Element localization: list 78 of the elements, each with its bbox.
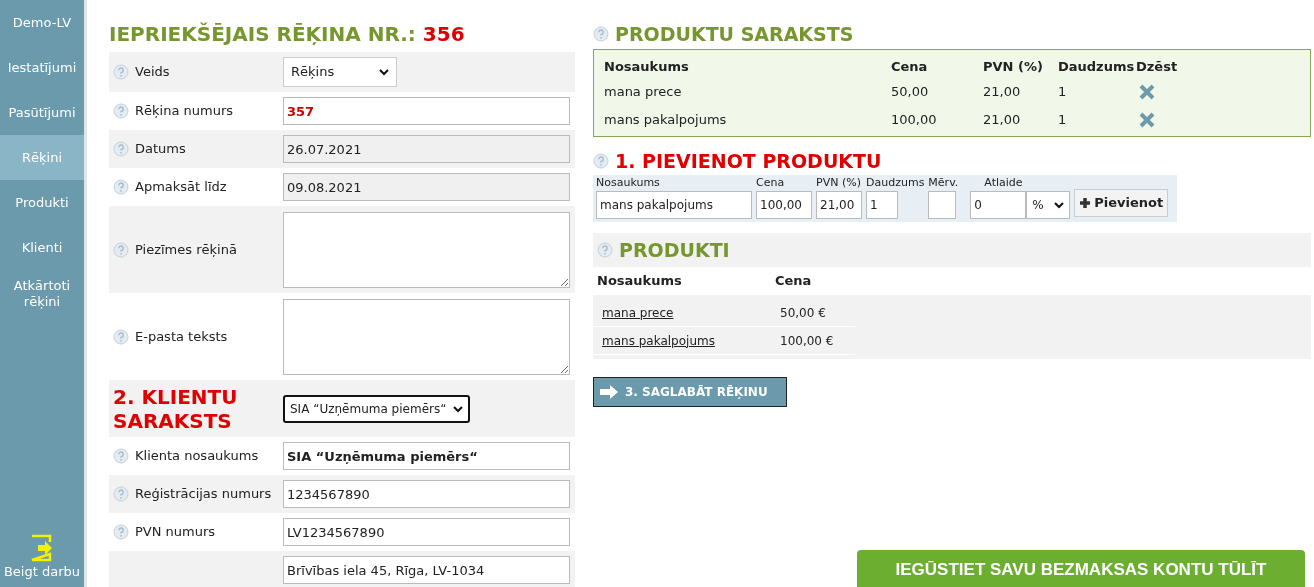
help-icon[interactable] (113, 179, 129, 195)
form-title: IEPRIEKŠĒJAIS RĒĶINA NR.: 356 (109, 21, 466, 48)
caret-icon (379, 67, 389, 77)
text-field[interactable]: 21,00 (816, 191, 862, 219)
text-area[interactable] (283, 298, 570, 375)
text-field[interactable]: 1234567890 (283, 480, 570, 508)
table-cell: 21,00 (983, 84, 1021, 100)
caret-icon (453, 403, 463, 414)
help-icon[interactable] (113, 241, 129, 258)
help-icon[interactable] (113, 141, 129, 157)
field-label: Klienta nosaukums (135, 447, 259, 466)
column-header: Nosaukums (597, 273, 682, 289)
field-label: E-pasta teksts (135, 327, 228, 346)
text-field[interactable]: 0 (970, 191, 1027, 219)
add-button[interactable]: Pievienot (1074, 189, 1169, 217)
text-field[interactable]: 1 (866, 191, 898, 219)
field-label: Apmaksāt līdz (135, 178, 227, 197)
text-field[interactable]: 09.08.2021 (283, 173, 570, 201)
field-label: PVN numurs (135, 523, 216, 542)
field-label: Piezīmes rēķinā (135, 240, 237, 259)
text-field[interactable]: 26.07.2021 (283, 135, 570, 163)
text-area[interactable] (283, 211, 570, 288)
text-field[interactable]: mans pakalpojums (596, 191, 752, 219)
column-header: Cena (891, 59, 928, 75)
table-cell: 1 (1058, 84, 1067, 100)
table-cell: 50,00 (891, 84, 929, 100)
table-cell: 50,00 € (780, 305, 826, 320)
type-select[interactable]: Rēķins (283, 57, 397, 87)
discount-unit-select[interactable]: % (1026, 191, 1071, 219)
table-cell: 100,00 (891, 112, 937, 128)
help-icon[interactable] (113, 524, 129, 540)
caret-icon (1054, 200, 1065, 210)
table-cell: mana prece (604, 84, 682, 100)
delete-icon[interactable] (1139, 84, 1155, 100)
table-cell: 21,00 (983, 112, 1021, 128)
help-icon[interactable] (113, 328, 129, 345)
field-label: Reģistrācijas numurs (135, 485, 272, 504)
text-field[interactable]: LV1234567890 (283, 518, 570, 546)
exit-icon (30, 533, 54, 562)
section-heading: 2. KLIENTU SARAKSTS (113, 384, 239, 433)
table-cell: 100,00 € (780, 333, 834, 348)
section-heading: PRODUKTI (619, 237, 730, 263)
column-header: Dzēst (1136, 59, 1178, 75)
client-select[interactable]: SIA “Uzņēmuma piemērs“ (283, 394, 470, 423)
text-field[interactable]: 357 (283, 97, 570, 125)
text-field[interactable]: Brīvības iela 45, Rīga, LV-1034 (283, 556, 570, 584)
column-header: PVN (%) (983, 59, 1043, 75)
table-cell: 1 (1058, 112, 1067, 128)
delete-icon[interactable] (1139, 112, 1155, 128)
field-label: Cena (756, 175, 786, 191)
field-label: Daudzums (866, 175, 925, 191)
help-icon[interactable] (593, 153, 609, 169)
field-label: Mērv. (928, 175, 959, 191)
arrow-icon (599, 385, 619, 399)
section-heading: 1. PIEVIENOT PRODUKTU (615, 148, 882, 174)
field-label: Atlaide (983, 175, 1024, 191)
column-header: Nosaukums (604, 59, 689, 75)
help-icon[interactable] (113, 103, 129, 119)
plus-icon (1079, 197, 1092, 209)
help-icon[interactable] (593, 26, 609, 42)
product-link[interactable]: mana prece (602, 305, 674, 320)
field-label: Nosaukums (596, 175, 661, 191)
field-label: Datums (135, 140, 186, 159)
help-icon[interactable] (113, 64, 129, 80)
help-icon[interactable] (597, 242, 613, 258)
field-label: PVN (%) (816, 175, 862, 191)
help-icon[interactable] (113, 448, 129, 464)
section-heading: PRODUKTU SARAKSTS (615, 21, 854, 47)
field-label: Rēķina numurs (135, 102, 233, 121)
column-header: Cena (775, 273, 812, 289)
text-field[interactable]: SIA “Uzņēmuma piemērs“ (283, 442, 570, 470)
product-link[interactable]: mans pakalpojums (602, 333, 715, 348)
field-label: Veids (135, 63, 170, 82)
table-cell: mans pakalpojums (604, 112, 727, 128)
column-header: Daudzums (1058, 59, 1135, 75)
text-field[interactable]: 100,00 (756, 191, 812, 219)
help-icon[interactable] (113, 486, 129, 502)
text-field[interactable] (928, 191, 957, 219)
